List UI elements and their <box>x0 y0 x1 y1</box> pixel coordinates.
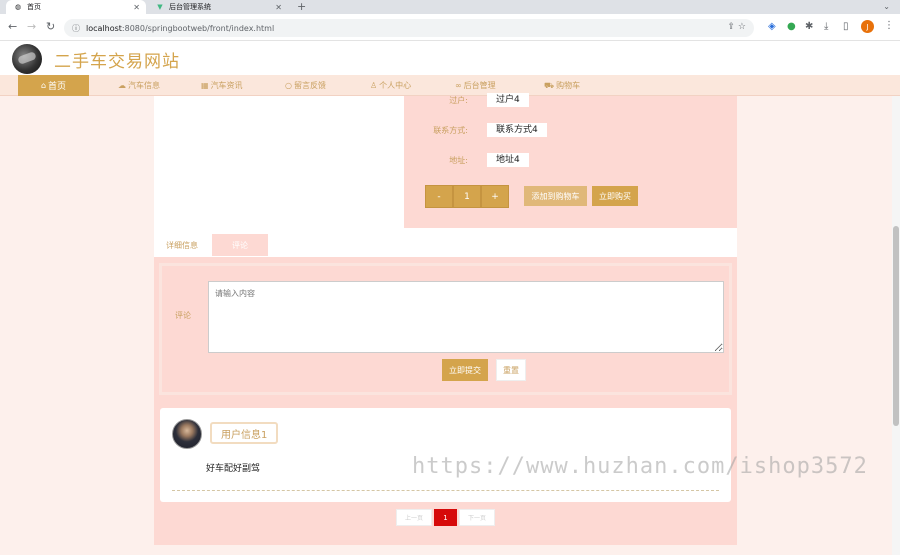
commenter-avatar <box>172 419 202 449</box>
nav-label: 留言反馈 <box>293 81 326 90</box>
quantity-input[interactable]: 1 <box>453 185 481 208</box>
add-to-cart-button[interactable]: 添加到购物车 <box>524 186 587 206</box>
spec-row-contact: 联系方式: 联系方式4 <box>404 123 737 139</box>
page-number[interactable]: 1 <box>434 509 457 526</box>
news-icon: ▦ <box>201 81 209 90</box>
watermark-text: https://www.huzhan.com/ishop3572 <box>412 454 868 479</box>
spec-label: 过户: <box>449 96 468 105</box>
comment-input[interactable] <box>208 281 724 353</box>
reload-icon[interactable]: ↻ <box>46 20 55 33</box>
page-scrollbar[interactable] <box>892 96 900 555</box>
chat-icon: ○ <box>285 81 292 90</box>
nav-item-car-news[interactable]: ▦ 汽车资讯 <box>201 75 243 96</box>
spec-row-address: 地址: 地址4 <box>404 153 737 169</box>
spec-label: 地址: <box>449 156 468 165</box>
close-tab-icon[interactable]: ✕ <box>133 3 140 12</box>
spec-value: 地址4 <box>487 153 529 167</box>
nav-item-car-info[interactable]: ☁ 汽车信息 <box>118 75 160 96</box>
reset-button[interactable]: 重置 <box>496 359 526 381</box>
forward-icon[interactable]: → <box>27 20 36 33</box>
link-icon: ∞ <box>455 81 462 90</box>
nav-label: 汽车信息 <box>128 81 160 90</box>
extension-download-icon[interactable]: ● <box>787 21 796 32</box>
quantity-increase-button[interactable]: + <box>481 185 509 208</box>
detail-tabs: 详细信息 评论 <box>154 234 737 256</box>
site-header: 二手车交易网站 <box>0 41 900 75</box>
cloud-icon: ☁ <box>118 81 126 90</box>
extension-shield-icon[interactable]: ◈ <box>768 21 776 32</box>
next-page-button[interactable]: 下一页 <box>459 509 495 526</box>
product-spec-panel: 过户: 过户4 联系方式: 联系方式4 地址: 地址4 - 1 + 添加到购物车… <box>404 93 737 228</box>
spec-value: 联系方式4 <box>487 123 547 137</box>
browser-toolbar: ← → ↻ ⓘ localhost :8080/springbootweb/fr… <box>0 14 900 41</box>
site-title: 二手车交易网站 <box>54 52 180 72</box>
url-path: :8080/springbootweb/front/index.html <box>121 23 275 33</box>
comment-form: 评论 立即提交 重置 <box>159 263 732 395</box>
nav-item-feedback[interactable]: ○ 留言反馈 <box>285 75 326 96</box>
spec-label: 联系方式: <box>433 126 468 135</box>
tab-detail[interactable]: 详细信息 <box>154 234 210 256</box>
browser-menu-icon[interactable]: ⋮ <box>884 20 894 31</box>
nav-label: 后台管理 <box>463 81 496 90</box>
submit-comment-button[interactable]: 立即提交 <box>442 359 488 381</box>
scrollbar-thumb[interactable] <box>893 226 899 426</box>
nav-item-home[interactable]: ⌂ 首页 <box>18 75 89 96</box>
close-tab-icon[interactable]: ✕ <box>275 3 282 12</box>
spec-value: 过户4 <box>487 93 529 107</box>
browser-tab-home[interactable]: ◍ 首页 ✕ <box>6 0 146 14</box>
nav-label: 首页 <box>48 82 67 92</box>
globe-icon: ◍ <box>14 3 22 11</box>
buy-now-button[interactable]: 立即购买 <box>592 186 638 206</box>
site-logo[interactable] <box>12 44 42 74</box>
comment-text: 好车配好副驾 <box>206 464 261 474</box>
home-icon: ⌂ <box>40 81 47 90</box>
browser-tab-admin[interactable]: ▼ 后台管理系统 ✕ <box>148 0 288 14</box>
quantity-decrease-button[interactable]: - <box>425 185 453 208</box>
browser-tab-strip: ◍ 首页 ✕ ▼ 后台管理系统 ✕ + ⌄ <box>0 0 900 14</box>
browser-tab-title: 后台管理系统 <box>169 3 211 11</box>
back-icon[interactable]: ← <box>8 20 17 33</box>
profile-avatar[interactable]: J <box>861 20 874 33</box>
user-icon: ♙ <box>370 81 378 90</box>
url-host: localhost <box>86 23 122 33</box>
downloads-icon[interactable]: ⤓ <box>824 21 828 32</box>
vue-icon: ▼ <box>157 3 163 11</box>
commenter-name: 用户信息1 <box>210 422 279 444</box>
spec-row-transfer: 过户: 过户4 <box>404 93 737 109</box>
tab-comment[interactable]: 评论 <box>212 234 268 256</box>
nav-label: 汽车资讯 <box>210 81 243 90</box>
comment-field-label: 评论 <box>175 311 191 320</box>
cart-icon: ⛟ <box>544 80 555 90</box>
nav-label: 个人中心 <box>379 81 412 90</box>
nav-label: 购物车 <box>556 81 581 90</box>
pagination: 上一页 1 下一页 <box>154 509 737 526</box>
comment-divider <box>172 490 719 491</box>
extensions-puzzle-icon[interactable]: ✱ <box>805 21 813 32</box>
share-icon[interactable]: ⇪ ☆ <box>728 22 746 32</box>
tab-search-icon[interactable]: ⌄ <box>883 0 890 14</box>
prev-page-button[interactable]: 上一页 <box>396 509 432 526</box>
side-panel-icon[interactable]: ▯ <box>843 21 849 32</box>
site-info-icon[interactable]: ⓘ <box>72 23 80 34</box>
address-bar[interactable]: ⓘ localhost :8080/springbootweb/front/in… <box>64 19 754 37</box>
comment-section: 评论 立即提交 重置 用户信息1 好车配好副驾 上一页 1 下一页 <box>154 257 737 545</box>
browser-tab-title: 首页 <box>27 3 41 11</box>
new-tab-button[interactable]: + <box>297 0 306 14</box>
